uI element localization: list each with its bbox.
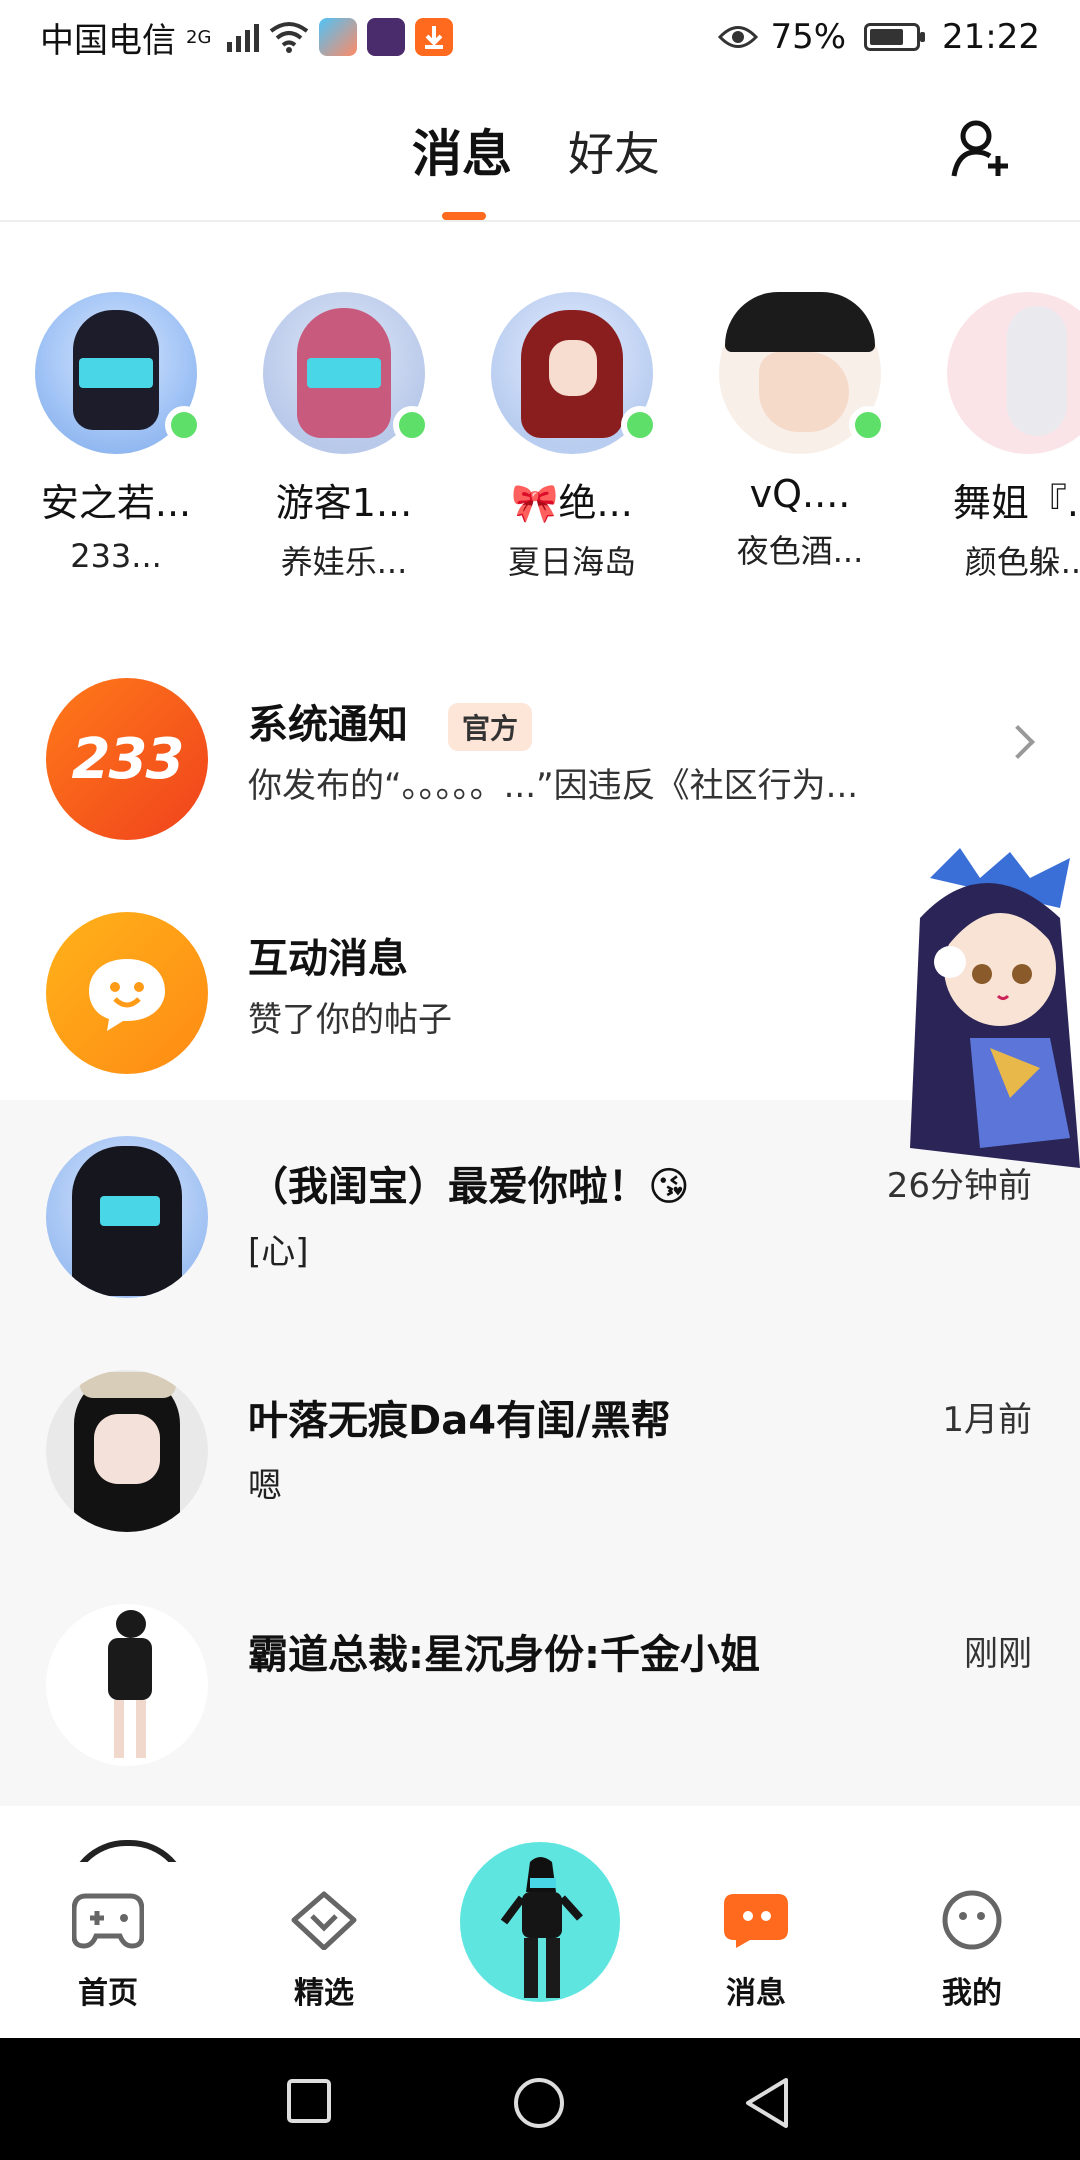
- friend-name: 🎀绝...: [511, 481, 633, 525]
- chat-time: 1月前: [942, 1400, 1032, 1440]
- friend-game: 夜色酒...: [736, 532, 864, 570]
- message-icon: [724, 1894, 788, 1948]
- nav-me[interactable]: 我的: [892, 1890, 1052, 2012]
- signal-icon: [227, 22, 260, 52]
- wifi-icon: [270, 22, 309, 53]
- online-indicator: [393, 406, 431, 444]
- system-notification-item[interactable]: 233 系统通知 官方 你发布的“。。。。。...”因违反《社区行为...: [0, 636, 1080, 866]
- active-tab-indicator: [442, 212, 486, 220]
- system-notification-preview: 你发布的“。。。。。...”因违反《社区行为...: [248, 766, 859, 806]
- chat-list: （我闺宝）最爱你啦！😘 [心] 26分钟前 叶落无痕Da4有闺/黑帮 嗯 1月前…: [0, 1100, 1080, 1806]
- friend-name: 安之若...: [40, 481, 192, 525]
- app-233-logo: 233: [46, 678, 208, 840]
- gamepad-icon: [71, 1893, 145, 1949]
- battery-percent: 75%: [770, 17, 847, 57]
- chat-time: 刚刚: [964, 1634, 1032, 1674]
- clock: 21:22: [942, 17, 1040, 57]
- nav-featured[interactable]: 精选: [244, 1890, 404, 2012]
- app-notification-icon: [367, 18, 406, 56]
- chat-name: （我闺宝）最爱你啦！😘: [248, 1164, 690, 1210]
- interaction-messages-title: 互动消息: [248, 936, 408, 982]
- face-icon: [942, 1890, 1002, 1950]
- friend-name: 游客1...: [275, 481, 413, 525]
- chevron-right-icon: [1001, 725, 1035, 759]
- tab-messages[interactable]: 消息: [412, 114, 512, 186]
- chat-bubble-icon: [46, 912, 208, 1074]
- friend-item[interactable]: 游客1... 养娃乐...: [234, 292, 454, 583]
- friend-name: 舞姐『...: [952, 481, 1080, 525]
- friend-item[interactable]: vQ.... 夜色酒...: [690, 292, 910, 572]
- avatar: [46, 1604, 208, 1766]
- avatar: [263, 292, 431, 454]
- avatar: [491, 292, 659, 454]
- friend-game: 颜色躲...: [964, 543, 1080, 581]
- status-bar: 中国电信 2G 75% 21:22: [0, 0, 1080, 74]
- online-indicator: [849, 406, 887, 444]
- nav-messages[interactable]: 消息: [676, 1890, 836, 2012]
- chat-preview: 嗯: [248, 1466, 282, 1506]
- online-friends-row: 安之若... 233... 游客1... 养娃乐... 🎀绝... 夏日海岛 v…: [0, 222, 1080, 622]
- nav-label: 精选: [294, 1976, 354, 2011]
- avatar: [719, 292, 887, 454]
- friend-item[interactable]: 🎀绝... 夏日海岛: [462, 292, 682, 583]
- recent-apps-icon[interactable]: [284, 2076, 334, 2126]
- system-notification-title: 系统通知: [248, 702, 408, 748]
- network-type: 2G: [186, 26, 212, 48]
- chat-item[interactable]: 叶落无痕Da4有闺/黑帮 嗯 1月前: [0, 1334, 1080, 1568]
- tab-friends[interactable]: 好友: [568, 118, 660, 184]
- heart-chat-icon: [291, 1891, 357, 1951]
- friend-game: 夏日海岛: [507, 543, 636, 581]
- app-notification-icon: [319, 18, 358, 56]
- friend-item[interactable]: 安之若... 233...: [6, 292, 226, 575]
- friend-game: 233...: [70, 537, 162, 575]
- avatar: [35, 292, 203, 454]
- official-badge: 官方: [447, 703, 532, 751]
- back-icon[interactable]: [742, 2076, 792, 2130]
- chat-item[interactable]: 霸道总裁:星沉身份:千金小姐 刚刚: [0, 1568, 1080, 1802]
- online-indicator: [165, 406, 203, 444]
- chat-name: 叶落无痕Da4有闺/黑帮: [248, 1398, 671, 1444]
- chat-name: 霸道总裁:星沉身份:千金小姐: [248, 1632, 760, 1678]
- carrier-label: 中国电信: [40, 20, 176, 61]
- nav-label: 首页: [78, 1976, 138, 2011]
- interaction-messages-preview: 赞了你的帖子: [248, 1000, 452, 1040]
- chat-preview: [心]: [248, 1232, 309, 1272]
- battery-icon: [864, 23, 926, 51]
- nav-label: 我的: [942, 1976, 1002, 2011]
- floating-mascot[interactable]: [890, 838, 1080, 1168]
- add-friend-icon[interactable]: [950, 116, 1014, 180]
- avatar: [46, 1370, 208, 1532]
- avatar: [46, 1136, 208, 1298]
- center-avatar-button[interactable]: [456, 1838, 624, 2006]
- nav-home[interactable]: 首页: [28, 1890, 188, 2012]
- download-icon: [415, 18, 454, 56]
- avatar: [947, 292, 1080, 454]
- eye-icon: [718, 26, 759, 48]
- home-icon[interactable]: [512, 2076, 566, 2130]
- system-nav-bar: [0, 2038, 1080, 2160]
- nav-label: 消息: [726, 1976, 786, 2011]
- header: 消息 好友: [0, 74, 1080, 222]
- friend-game: 养娃乐...: [280, 543, 408, 581]
- friend-item[interactable]: 舞姐『... 颜色躲...: [918, 292, 1080, 583]
- online-indicator: [621, 406, 659, 444]
- friend-name: vQ....: [749, 472, 851, 516]
